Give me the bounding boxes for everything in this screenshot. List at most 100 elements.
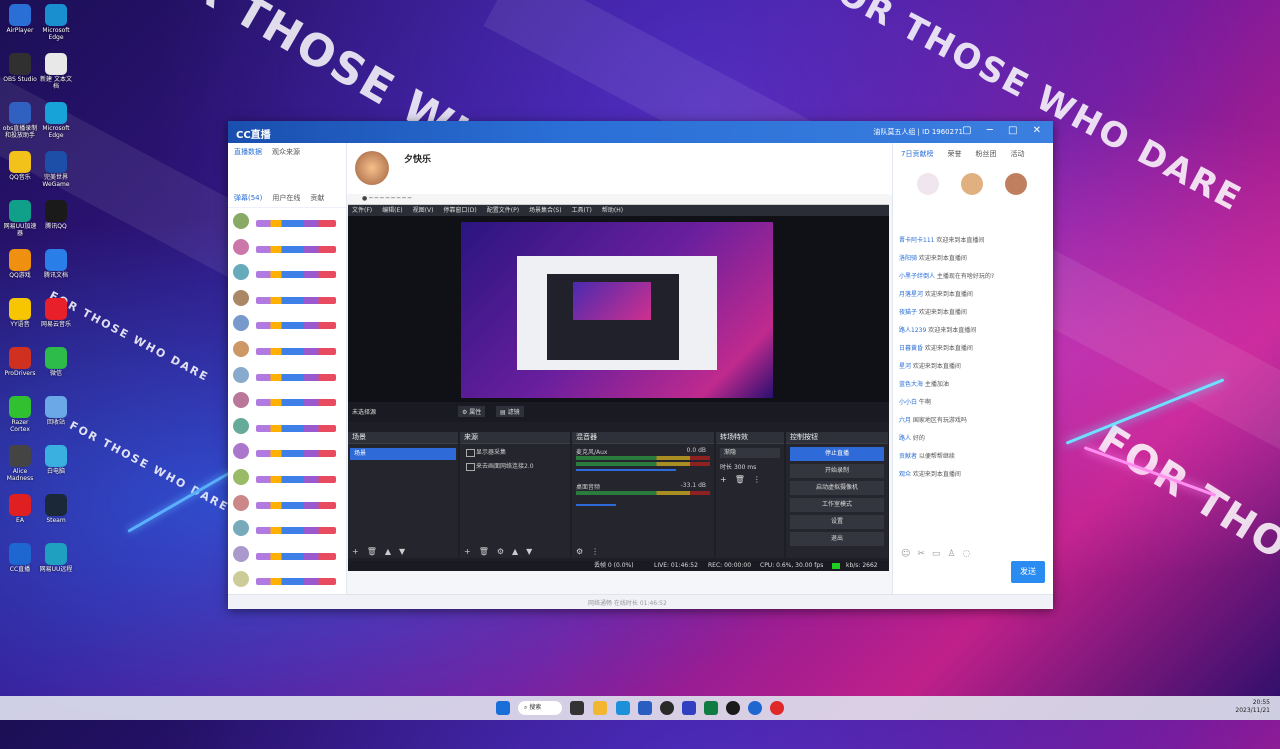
window-controls[interactable]: ▢ ─ □ ✕: [962, 125, 1047, 136]
chat-user[interactable]: 晋卡阿卡111: [899, 237, 936, 244]
avatar[interactable]: [961, 173, 983, 195]
source-actions[interactable]: +🗑⚙▲▼: [464, 547, 540, 556]
send-button[interactable]: 发送: [1011, 561, 1045, 583]
chat-message[interactable]: 夜猫子 欢迎来到本直播间: [899, 307, 1045, 316]
anchor-avatar[interactable]: [355, 151, 389, 185]
scene-actions[interactable]: +🗑▲▼: [352, 547, 413, 556]
chat-message[interactable]: 观众 欢迎来到本直播间: [899, 469, 1045, 478]
desktop-shortcut[interactable]: 网易云音乐: [38, 298, 74, 328]
chat-user[interactable]: 月落星河: [899, 291, 925, 298]
steam-icon[interactable]: [726, 701, 740, 715]
chat-message[interactable]: 六月 国家地区有玩游戏吗: [899, 415, 1045, 424]
desktop-shortcut[interactable]: 腾讯文档: [38, 249, 74, 279]
chat-toolbar[interactable]: ☺✂▭♙◌: [901, 549, 977, 559]
avatar[interactable]: [917, 173, 939, 195]
tab-danmaku[interactable]: 弹幕(54): [234, 193, 262, 203]
left-header-data[interactable]: 直播数据: [234, 147, 262, 157]
desktop-shortcut[interactable]: 白电脑: [38, 445, 74, 475]
desktop-shortcut[interactable]: 网易UU加速器: [2, 200, 38, 237]
chat-message[interactable]: 路人 好的: [899, 433, 1045, 442]
tab-activity[interactable]: 活动: [1010, 149, 1024, 159]
system-tray[interactable]: 20:55 2023/11/21: [1235, 699, 1270, 715]
control-button[interactable]: 退出: [790, 532, 884, 546]
chat-user[interactable]: 路人: [899, 435, 913, 442]
taskview-icon[interactable]: [570, 701, 584, 715]
tab-online-users[interactable]: 用户在线: [272, 193, 300, 203]
desktop-shortcut[interactable]: 微信: [38, 347, 74, 377]
chat-user[interactable]: 小小白: [899, 399, 919, 406]
explorer-icon[interactable]: [593, 701, 607, 715]
desktop-shortcut[interactable]: OBS Studio: [2, 53, 38, 83]
chat-message[interactable]: 星河 欢迎来到本直播间: [899, 361, 1045, 370]
user-row[interactable]: [228, 285, 346, 311]
cc-live-icon[interactable]: [748, 701, 762, 715]
user-row[interactable]: [228, 208, 346, 234]
desktop-shortcut[interactable]: Steam: [38, 494, 74, 524]
desktop-shortcut[interactable]: Alice Madness: [2, 445, 38, 482]
desktop-shortcut[interactable]: QQ音乐: [2, 151, 38, 181]
chat-user[interactable]: 蓝色大海: [899, 381, 925, 388]
desktop-shortcut[interactable]: 回收站: [38, 396, 74, 426]
user-row[interactable]: [228, 490, 346, 516]
control-button[interactable]: 设置: [790, 515, 884, 529]
user-row[interactable]: [228, 336, 346, 362]
control-button[interactable]: 启动虚拟摄像机: [790, 481, 884, 495]
user-row[interactable]: [228, 566, 346, 592]
left-header-source[interactable]: 观众来源: [272, 147, 300, 157]
chat-user[interactable]: 路人1239: [899, 327, 928, 334]
properties-button[interactable]: ⚙ 属性: [458, 406, 486, 417]
netease-icon[interactable]: [770, 701, 784, 715]
transition-actions[interactable]: +🗑⋮: [720, 475, 780, 484]
edge-icon[interactable]: [616, 701, 630, 715]
tab-contribution[interactable]: 贡献: [310, 193, 324, 203]
source-item[interactable]: 显示器采集: [464, 447, 566, 458]
transition-select[interactable]: 渐隐: [720, 448, 780, 458]
desktop-shortcut[interactable]: EA: [2, 494, 38, 524]
control-button[interactable]: 停止直播: [790, 447, 884, 461]
chat-message[interactable]: 日暮黄昏 欢迎来到本直播间: [899, 343, 1045, 352]
desktop-shortcut[interactable]: 新建 文本文档: [38, 53, 74, 90]
user-row[interactable]: [228, 438, 346, 464]
user-row[interactable]: [228, 387, 346, 413]
mixer-actions[interactable]: ⚙⋮: [576, 547, 607, 556]
user-row[interactable]: [228, 234, 346, 260]
scene-item[interactable]: 场景: [350, 448, 456, 460]
chat-user[interactable]: 洛阳骑: [899, 255, 919, 262]
store-icon[interactable]: [638, 701, 652, 715]
app-icon[interactable]: [682, 701, 696, 715]
chat-message[interactable]: 小黑子绊倒人 主播现在有啥好玩的?: [899, 271, 1045, 280]
desktop-shortcut[interactable]: CC直播: [2, 543, 38, 573]
desktop-shortcut[interactable]: QQ游戏: [2, 249, 38, 279]
user-row[interactable]: [228, 515, 346, 541]
chat-user[interactable]: 星河: [899, 363, 913, 370]
desktop-shortcut[interactable]: 完美世界 WeGame: [38, 151, 74, 188]
start-button[interactable]: [496, 701, 510, 715]
transition-duration[interactable]: 时长 300 ms: [720, 462, 780, 471]
volume-slider[interactable]: [576, 469, 676, 471]
user-row[interactable]: [228, 413, 346, 439]
chat-user[interactable]: 贡献者: [899, 453, 919, 460]
chat-message[interactable]: 月落星河 欢迎来到本直播间: [899, 289, 1045, 298]
desktop-shortcut[interactable]: 腾讯QQ: [38, 200, 74, 230]
search-box[interactable]: ⌕ 搜索: [518, 701, 562, 715]
chat-user[interactable]: 六月: [899, 417, 913, 424]
chat-message[interactable]: 路人1239 欢迎来到本直播间: [899, 325, 1045, 334]
chat-message[interactable]: 贡献者 以便帮帮继续: [899, 451, 1045, 460]
user-row[interactable]: [228, 259, 346, 285]
desktop-shortcut[interactable]: Microsoft Edge: [38, 102, 74, 139]
control-button[interactable]: 开始录制: [790, 464, 884, 478]
chat-user[interactable]: 观众: [899, 471, 913, 478]
user-row[interactable]: [228, 310, 346, 336]
desktop-shortcut[interactable]: ProDrivers: [2, 347, 38, 377]
source-item[interactable]: 来去画面网络连接2.0: [464, 461, 566, 472]
chat-message[interactable]: 晋卡阿卡111 欢迎来到本直播间: [899, 235, 1045, 244]
chat-user[interactable]: 夜猫子: [899, 309, 919, 316]
avatar[interactable]: [1005, 173, 1027, 195]
chat-user[interactable]: 小黑子绊倒人: [899, 273, 937, 280]
xbox-icon[interactable]: [704, 701, 718, 715]
desktop-shortcut[interactable]: 网易UU远程: [38, 543, 74, 573]
preview-canvas[interactable]: [461, 222, 773, 398]
desktop-shortcut[interactable]: obs直播录制和投放助手: [2, 102, 38, 139]
chat-message[interactable]: 洛阳骑 欢迎来到本直播间: [899, 253, 1045, 262]
tab-7day-rank[interactable]: 7日贡献榜: [901, 149, 933, 159]
